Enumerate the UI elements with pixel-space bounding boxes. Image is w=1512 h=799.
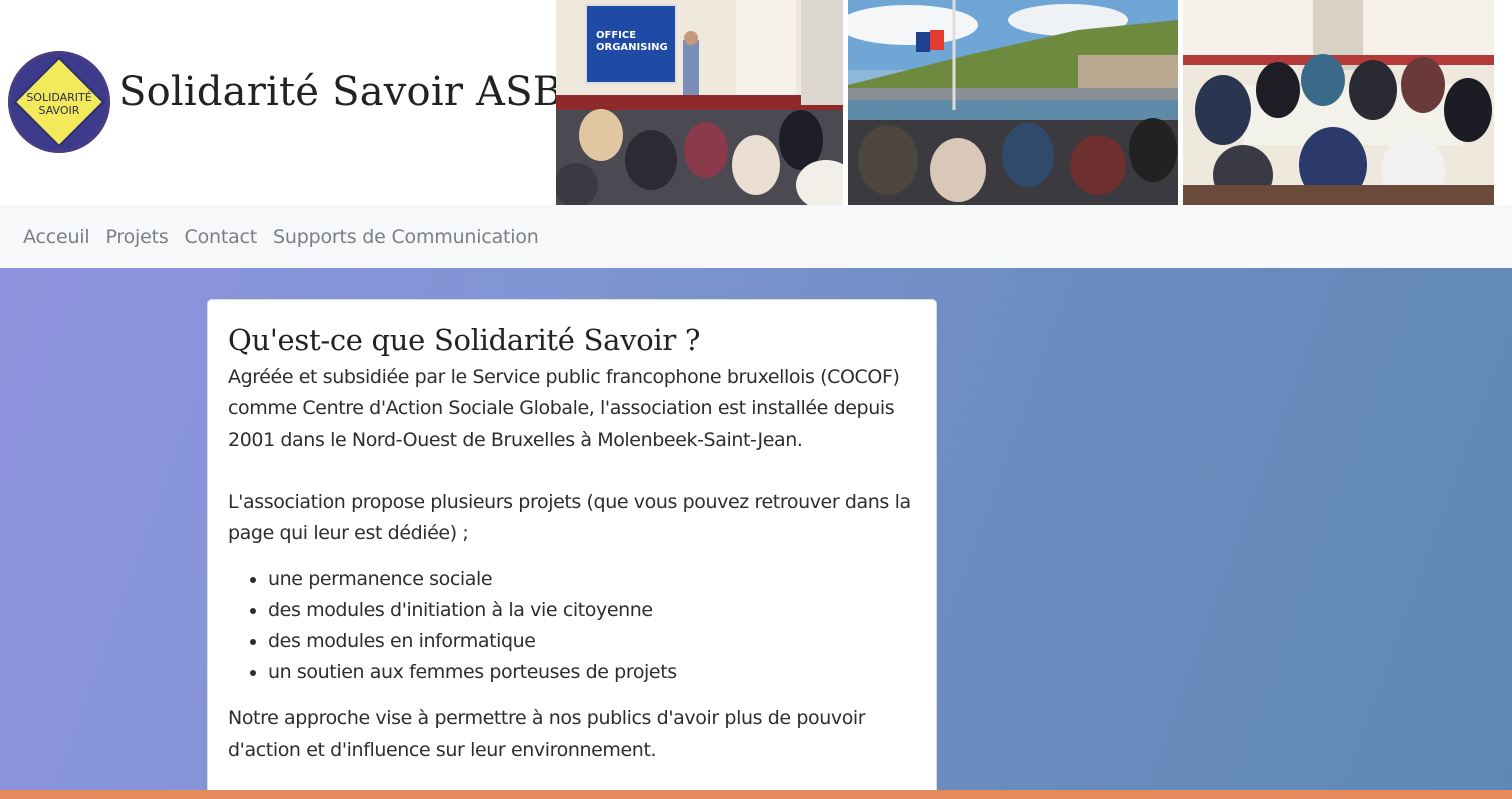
projects-list: une permanence sociale des modules d'ini… [268,564,916,688]
bottom-accent-bar [0,790,1512,799]
logo-text-line2: SAVOIR [39,104,80,117]
list-item: une permanence sociale [268,564,916,595]
about-intro: Agrééе et subsidiée par le Service publi… [228,366,900,451]
nav-link-contact[interactable]: Contact [177,226,266,248]
list-item: un soutien aux femmes porteuses de proje… [268,657,916,688]
main-nav: Acceuil Projets Contact Supports de Comm… [0,205,1512,268]
header-photo-group-meeting [1183,0,1494,205]
approach-text: Notre approche vise à permettre à nos pu… [228,707,866,761]
header-photo-classroom: OFFICE ORGANISING [556,0,843,205]
logo-icon: SOLIDARITÉ SAVOIR [8,51,110,153]
list-item: des modules d'initiation à la vie citoye… [268,595,916,626]
projects-intro: L'association propose plusieurs projets … [228,490,911,545]
nav-link-projets[interactable]: Projets [97,226,176,248]
about-title: Qu'est-ce que Solidarité Savoir ? [228,323,701,357]
logo-text-line1: SOLIDARITÉ [26,91,91,104]
site-title: Solidarité Savoir ASBL [119,69,590,115]
logo-link[interactable]: SOLIDARITÉ SAVOIR [8,51,110,153]
main-content-area: Qu'est-ce que Solidarité Savoir ? Agrééе… [0,268,1512,799]
about-card: Qu'est-ce que Solidarité Savoir ? Agrééе… [207,299,937,799]
photo-screen-text-1: OFFICE [596,30,636,41]
photo-screen-text-2: ORGANISING [596,42,668,53]
header-photo-boat-trip [848,0,1178,205]
list-item: des modules en informatique [268,626,916,657]
nav-link-supports-communication[interactable]: Supports de Communication [265,226,547,248]
nav-link-acceuil[interactable]: Acceuil [15,226,97,248]
site-header: SOLIDARITÉ SAVOIR Solidarité Savoir ASBL… [0,0,1512,205]
